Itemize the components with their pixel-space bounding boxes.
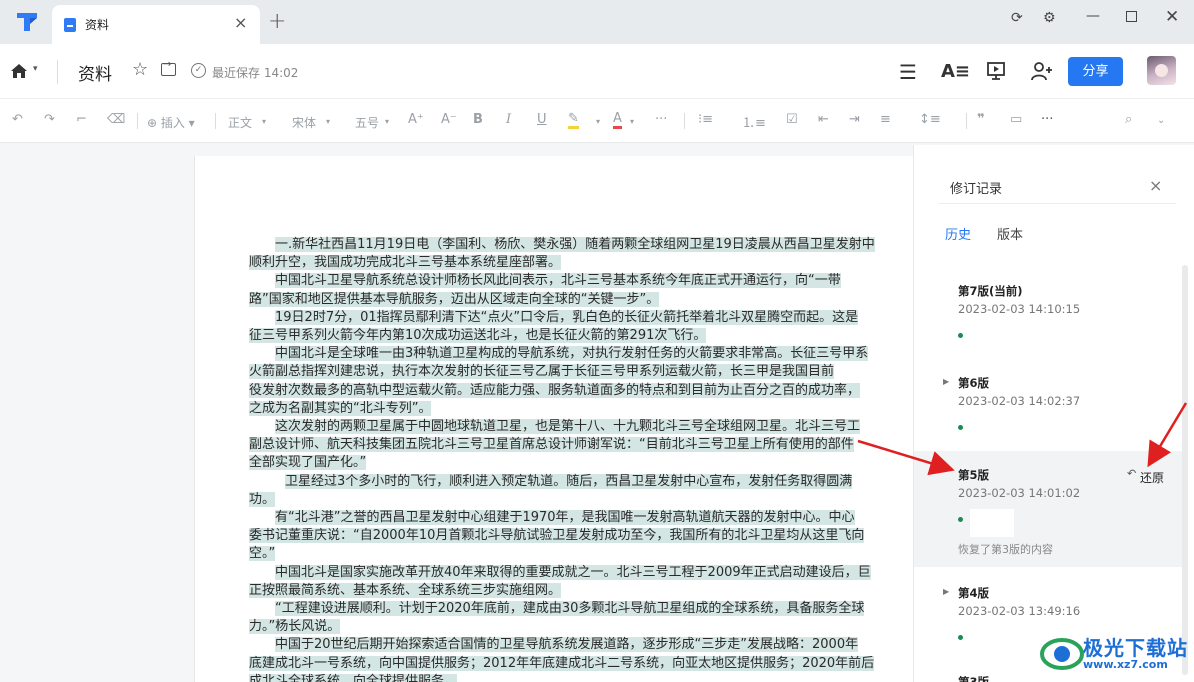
annotation-arrow-left xyxy=(857,439,955,476)
annotation-arrows xyxy=(857,402,1188,476)
annotation-arrow-right xyxy=(1147,402,1188,468)
watermark-url: www.xz7.com xyxy=(1083,658,1168,671)
watermark-text: 极光下载站 xyxy=(1083,636,1188,660)
